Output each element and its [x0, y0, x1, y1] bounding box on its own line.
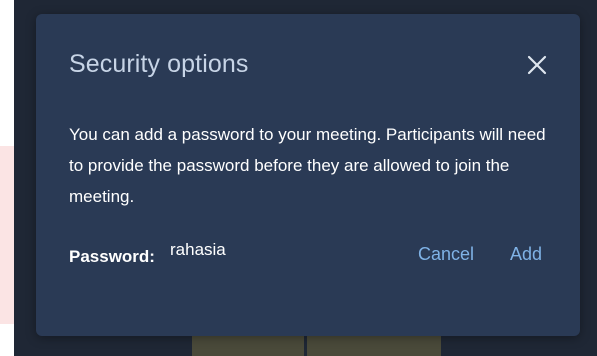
background-video-tile	[192, 336, 304, 356]
password-input[interactable]: rahasia	[170, 240, 226, 260]
password-label: Password:	[69, 247, 155, 266]
security-options-dialog: Security options You can add a password …	[36, 14, 580, 336]
background-video-tile	[307, 336, 441, 356]
cancel-button[interactable]: Cancel	[418, 244, 474, 265]
dialog-message: You can add a password to your meeting. …	[69, 125, 546, 206]
add-button[interactable]: Add	[510, 244, 542, 265]
screen: Security options You can add a password …	[0, 0, 597, 356]
dialog-title: Security options	[69, 50, 249, 78]
close-icon	[522, 50, 552, 80]
close-button[interactable]	[522, 50, 552, 80]
